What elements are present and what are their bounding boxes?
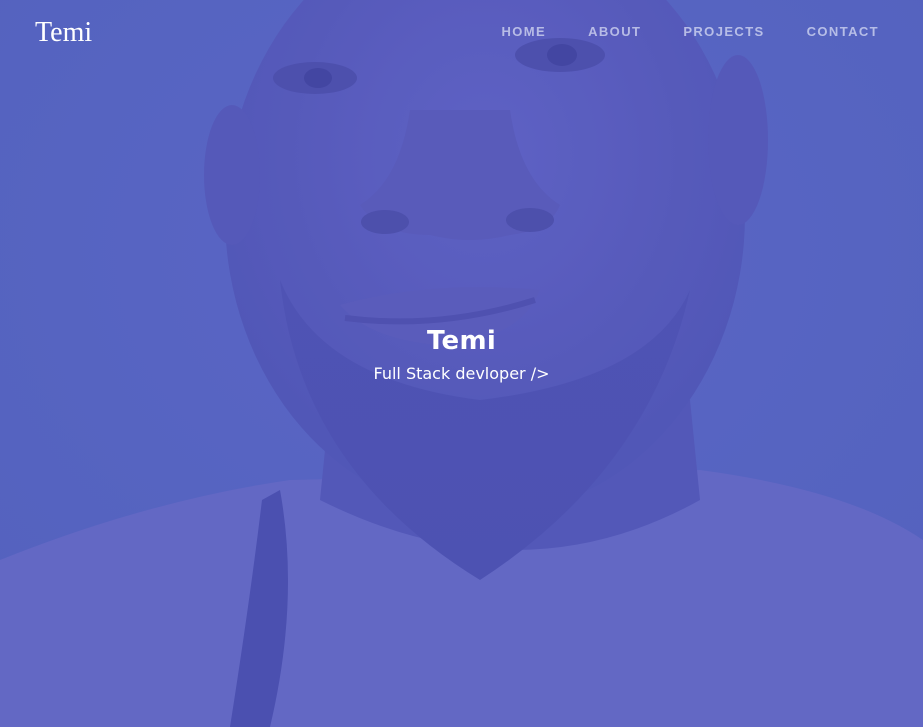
nav-links: HOME ABOUT PROJECTS CONTACT (460, 24, 880, 40)
hero-text: Temi Full Stack devloper /> (0, 324, 923, 384)
nav-link-home[interactable]: HOME (502, 24, 547, 40)
nav-link-about[interactable]: ABOUT (588, 24, 641, 40)
nav-link-contact[interactable]: CONTACT (807, 24, 879, 40)
navbar: Temi HOME ABOUT PROJECTS CONTACT (0, 0, 923, 66)
hero-name: Temi (426, 326, 497, 356)
brand-logo[interactable]: Temi (35, 16, 92, 50)
nav-link-projects[interactable]: PROJECTS (683, 24, 764, 40)
hero-role: Full Stack devloper /> (373, 364, 550, 383)
